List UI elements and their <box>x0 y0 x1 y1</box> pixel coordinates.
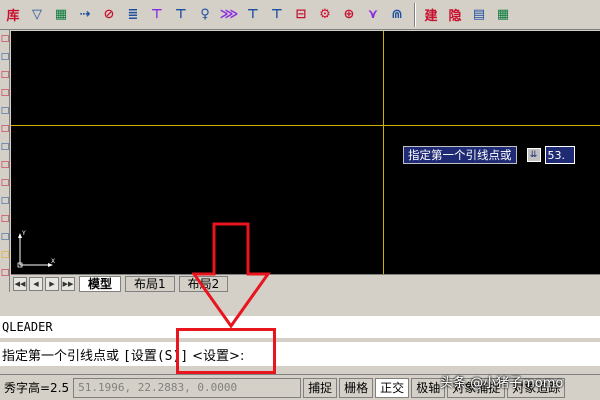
text-height-indicator: 秀字高=2.5 <box>4 381 70 395</box>
snap-toggle[interactable]: 捕捉 <box>303 377 338 398</box>
left-tool-icon[interactable]: □ <box>0 30 10 48</box>
crosshair-horizontal <box>11 125 600 126</box>
toolbar-spring-icon[interactable]: ≣ <box>122 3 144 27</box>
toolbar-hide-icon[interactable]: 隐 <box>444 3 466 27</box>
dynamic-prompt-text: 指定第一个引线点或 <box>403 146 517 164</box>
ucs-y-label: Y <box>21 230 26 237</box>
tab-prev-icon[interactable]: ◀ <box>29 276 43 291</box>
command-prompt[interactable]: 指定第一个引线点或 [设置(S)] <设置>: <box>0 342 600 366</box>
crosshair-vertical <box>383 31 384 274</box>
command-prompt-text: 指定第一个引线点或 <box>2 348 120 364</box>
toolbar-arch-icon[interactable]: ⋒ <box>386 3 408 27</box>
dynamic-input-tooltip: 指定第一个引线点或 ⇊ 53. <box>403 146 575 164</box>
toolbar-pin-icon[interactable]: ♀ <box>194 3 216 27</box>
toolbar-no-entry-icon[interactable]: ⊘ <box>98 3 120 27</box>
toolbar-bracket-icon[interactable]: ⊤ <box>266 3 288 27</box>
command-window: QLEADER 指定第一个引线点或 [设置(S)] <设置>: <box>0 296 600 372</box>
ortho-toggle[interactable]: 正交 <box>375 377 410 398</box>
left-tool-icon[interactable]: □ <box>0 210 10 228</box>
left-tool-icon[interactable]: □ <box>0 138 10 156</box>
left-tool-icon[interactable]: □ <box>0 120 10 138</box>
left-tool-icon[interactable]: □ <box>0 228 10 246</box>
tab-next-icon[interactable]: ▶ <box>45 276 59 291</box>
dynamic-options-icon[interactable]: ⇊ <box>526 148 541 162</box>
tab-last-icon[interactable]: ▶▶ <box>61 276 75 291</box>
dynamic-coord-input[interactable]: 53. <box>544 146 575 164</box>
left-tool-icon[interactable]: □ <box>0 264 10 282</box>
toolbar-layers-icon[interactable]: ▤ <box>468 3 490 27</box>
toolbar-fork-icon[interactable]: ⋎ <box>362 3 384 27</box>
tab-layout1[interactable]: 布局1 <box>125 275 175 292</box>
toolbar-gear-icon[interactable]: ⚙ <box>314 3 336 27</box>
left-tool-icon[interactable]: □ <box>0 84 10 102</box>
ucs-icon: Y X <box>17 230 55 268</box>
left-tool-icon[interactable]: □ <box>0 102 10 120</box>
toolbar-screw-icon[interactable]: ⊤ <box>170 3 192 27</box>
toolbar-crosshair-icon[interactable]: ⊕ <box>338 3 360 27</box>
toolbar-bolt-icon[interactable]: ⊤ <box>146 3 168 27</box>
left-tool-icon[interactable]: □ <box>0 156 10 174</box>
tab-first-icon[interactable]: ◀◀ <box>13 276 27 291</box>
top-toolbar: 库 ▽ ▦ ⇢ ⊘ ≣ ⊤ ⊤ ♀ ⋙ ⊤ ⊤ ⊟ ⚙ ⊕ ⋎ ⋒ 建 隐 ▤ … <box>0 0 600 30</box>
toolbar-library-icon[interactable]: 库 <box>2 3 24 27</box>
annotation-down-arrow-icon <box>192 222 271 329</box>
watermark: 头条 @小猪子momo <box>440 376 564 391</box>
tab-model[interactable]: 模型 <box>79 275 122 292</box>
left-tool-icon[interactable]: □ <box>0 192 10 210</box>
toolbar-column-icon[interactable]: ⊟ <box>290 3 312 27</box>
toolbar-arrow-icon[interactable]: ⇢ <box>74 3 96 27</box>
grid-toggle[interactable]: 栅格 <box>339 377 374 398</box>
left-tool-icon[interactable]: □ <box>0 66 10 84</box>
cursor-coordinates: 51.1996, 22.2883, 0.0000 <box>73 377 302 398</box>
left-tool-icon[interactable]: □ <box>0 48 10 66</box>
left-tool-icon[interactable]: □ <box>0 174 10 192</box>
toolbar-funnel-icon[interactable]: ▽ <box>26 3 48 27</box>
command-history: QLEADER <box>0 316 600 338</box>
toolbar-grid-icon[interactable]: ▦ <box>492 3 514 27</box>
annotation-highlight-box <box>176 328 276 374</box>
toolbar-build-icon[interactable]: 建 <box>420 3 442 27</box>
drawing-canvas[interactable]: Y X 指定第一个引线点或 ⇊ 53. <box>11 31 600 274</box>
toolbar-tee-icon[interactable]: ⊤ <box>242 3 264 27</box>
layout-tabs-bar: ◀◀ ◀ ▶ ▶▶ 模型 布局1 布局2 <box>11 274 600 292</box>
toolbar-block-icon[interactable]: ▦ <box>50 3 72 27</box>
toolbar-separator <box>414 2 416 27</box>
left-toolbar: □ □ □ □ □ □ □ □ □ □ □ □ □ □ <box>0 30 10 292</box>
toolbar-hatch-icon[interactable]: ⋙ <box>218 3 240 27</box>
left-tool-icon[interactable]: □ <box>0 246 10 264</box>
ucs-x-label: X <box>51 258 55 265</box>
